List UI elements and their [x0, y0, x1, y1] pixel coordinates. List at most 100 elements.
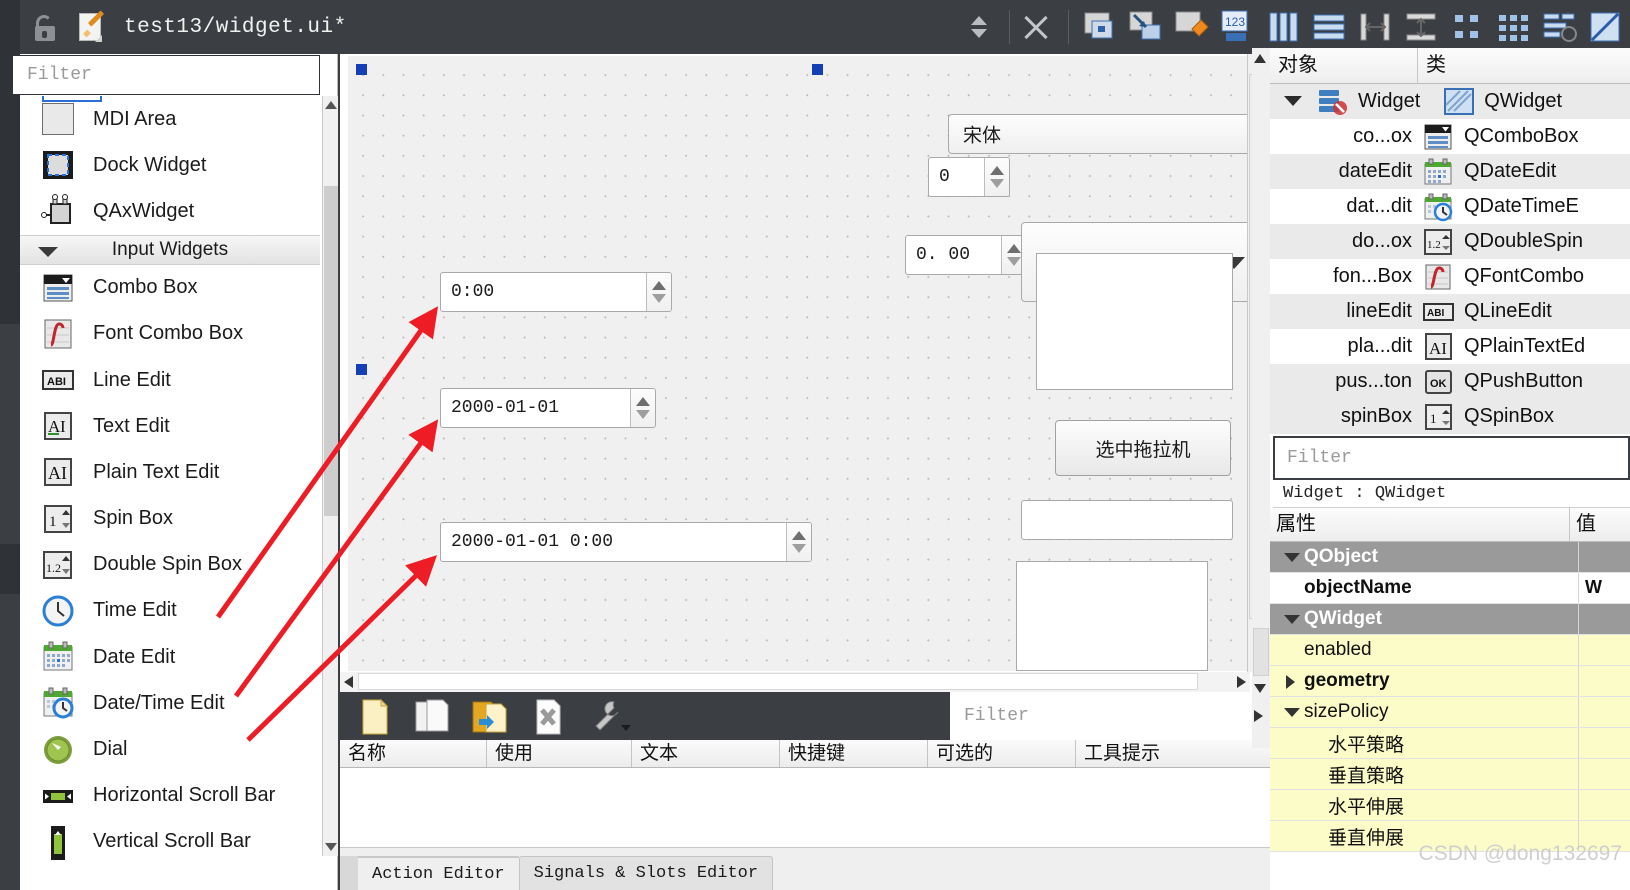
canvas-horizontal-scrollbar[interactable]	[340, 672, 1250, 692]
property-value-cell[interactable]	[1578, 728, 1630, 758]
object-row-plaintextedit[interactable]: pla...dit AI QPlainTextEd	[1270, 329, 1630, 364]
widget-item-spin-box[interactable]: 1 Spin Box	[20, 496, 320, 542]
scroll-right-arrow-icon[interactable]	[1254, 710, 1263, 722]
column-header-tooltip[interactable]: 工具提示	[1076, 740, 1270, 767]
scroll-left-arrow-icon[interactable]	[344, 676, 353, 688]
property-editor-list[interactable]: QObject objectName W QWidget enabled geo…	[1270, 542, 1630, 852]
widget-item-horizontal-scroll-bar[interactable]: Horizontal Scroll Bar	[20, 773, 320, 819]
property-value-cell[interactable]	[1578, 666, 1630, 696]
object-row-fontcombobox[interactable]: fon...Box QFontCombo	[1270, 259, 1630, 294]
new-action-icon[interactable]	[358, 698, 392, 741]
configure-icon[interactable]	[588, 698, 632, 741]
edit-widgets-icon[interactable]	[1078, 7, 1124, 47]
scroll-thumb[interactable]	[1253, 628, 1269, 676]
property-row-enabled[interactable]: enabled	[1270, 635, 1630, 666]
font-combo-box-widget[interactable]: 宋体	[948, 114, 1260, 154]
property-row-sizepolicy[interactable]: sizePolicy	[1270, 697, 1630, 728]
scroll-up-arrow-icon[interactable]	[325, 101, 337, 109]
property-value-cell[interactable]	[1578, 790, 1630, 820]
layout-grid-icon[interactable]	[1492, 7, 1538, 47]
form-canvas[interactable]: 宋体 0 0. 00 0:00 2000-01-01 选中拖拉机 2000-01…	[348, 56, 1260, 671]
property-value-cell[interactable]	[1578, 635, 1630, 665]
column-header-class[interactable]: 类	[1418, 48, 1630, 83]
scroll-up-arrow-icon[interactable]	[1254, 54, 1266, 63]
close-icon[interactable]	[1019, 10, 1053, 44]
widget-box-filter-input[interactable]: Filter	[12, 55, 320, 95]
layout-vertically-icon[interactable]	[1308, 7, 1354, 47]
edit-signals-slots-icon[interactable]	[1124, 7, 1170, 47]
property-row-horizontal-stretch[interactable]: 水平伸展	[1270, 790, 1630, 821]
property-group-qwidget[interactable]: QWidget	[1270, 604, 1630, 635]
selection-handle-top-left[interactable]	[356, 64, 367, 75]
property-value-cell[interactable]: W	[1578, 573, 1630, 603]
break-layout-icon[interactable]	[1538, 7, 1584, 47]
object-row-combobox[interactable]: co...ox QComboBox	[1270, 119, 1630, 154]
edit-buddies-icon[interactable]	[1170, 7, 1216, 47]
line-edit-widget[interactable]	[1021, 500, 1233, 540]
updown-spinner-icon[interactable]	[966, 10, 992, 44]
date-time-edit-buttons[interactable]	[786, 523, 811, 561]
chevron-down-icon[interactable]	[1284, 615, 1300, 624]
scroll-thumb[interactable]	[358, 673, 1198, 690]
object-row-dateedit[interactable]: dateEdit QDateEdit	[1270, 154, 1630, 189]
column-header-name[interactable]: 名称	[340, 740, 487, 767]
property-value-cell[interactable]	[1578, 542, 1630, 572]
widget-box-scrollbar[interactable]	[322, 96, 338, 856]
widget-item-combo-box[interactable]: Combo Box	[20, 265, 320, 311]
widget-item-dock-widget[interactable]: Dock Widget	[20, 142, 320, 188]
widget-item-font-combo-box[interactable]: Font Combo Box	[20, 311, 320, 357]
time-edit-buttons[interactable]	[646, 273, 671, 311]
push-button-widget[interactable]: 选中拖拉机	[1055, 420, 1231, 476]
double-spin-box-widget[interactable]: 0. 00	[905, 235, 1027, 275]
layout-splitter-vertical-icon[interactable]	[1400, 7, 1446, 47]
column-header-value[interactable]: 值	[1570, 508, 1630, 541]
date-time-edit-widget[interactable]: 2000-01-01 0:00	[440, 522, 812, 562]
property-group-qobject[interactable]: QObject	[1270, 542, 1630, 573]
paste-action-icon[interactable]	[470, 698, 514, 741]
property-row-objectname[interactable]: objectName W	[1270, 573, 1630, 604]
column-header-checkable[interactable]: 可选的	[928, 740, 1076, 767]
widget-item-vertical-scroll-bar[interactable]: Vertical Scroll Bar	[20, 819, 320, 865]
edit-tab-order-icon[interactable]: 123	[1216, 7, 1262, 47]
chevron-down-icon[interactable]	[1284, 553, 1300, 562]
plain-text-edit-widget-2[interactable]	[1016, 561, 1208, 671]
right-divider-scrollbar[interactable]	[1252, 48, 1270, 748]
property-row-horizontal-policy[interactable]: 水平策略	[1270, 728, 1630, 759]
tab-action-editor[interactable]: Action Editor	[358, 856, 519, 890]
tab-signals-slots-editor[interactable]: Signals & Slots Editor	[518, 856, 774, 890]
widget-item-double-spin-box[interactable]: 1.2 Double Spin Box	[20, 542, 320, 588]
spin-box-widget[interactable]: 0	[928, 157, 1010, 197]
object-row-datetimeedit[interactable]: dat...dit QDateTimeE	[1270, 189, 1630, 224]
chevron-down-icon[interactable]	[1284, 96, 1302, 106]
object-inspector-tree[interactable]: Widget QWidget co...ox QComboBox dateEdi…	[1270, 84, 1630, 434]
widget-item-dial[interactable]: Dial	[20, 726, 320, 772]
widget-item-date-edit[interactable]: Date Edit	[20, 634, 320, 680]
delete-action-icon[interactable]	[532, 698, 566, 741]
widget-box-list[interactable]: MDI Area Dock Widget QAxWidget Input Wid…	[20, 96, 320, 890]
widget-group-input-widgets[interactable]: Input Widgets	[20, 234, 320, 265]
selection-handle-mid-left[interactable]	[356, 364, 367, 375]
chevron-right-icon[interactable]	[1286, 675, 1295, 689]
property-editor-filter-input[interactable]: Filter	[1273, 436, 1630, 480]
object-row-doublespinbox[interactable]: do...ox 1.2 QDoubleSpin	[1270, 224, 1630, 259]
object-row-widget[interactable]: Widget QWidget	[1270, 84, 1630, 119]
property-row-geometry[interactable]: geometry	[1270, 666, 1630, 697]
adjust-size-icon[interactable]	[1584, 7, 1630, 47]
widget-item-qaxwidget[interactable]: QAxWidget	[20, 188, 320, 234]
object-row-pushbutton[interactable]: pus...ton OK QPushButton	[1270, 364, 1630, 399]
column-header-text[interactable]: 文本	[632, 740, 780, 767]
layout-splitter-horizontal-icon[interactable]	[1354, 7, 1400, 47]
time-edit-widget[interactable]: 0:00	[440, 272, 672, 312]
column-header-shortcut[interactable]: 快捷键	[780, 740, 928, 767]
copy-action-icon[interactable]	[412, 698, 456, 741]
layout-form-icon[interactable]	[1446, 7, 1492, 47]
property-row-vertical-policy[interactable]: 垂直策略	[1270, 759, 1630, 790]
date-edit-buttons[interactable]	[630, 389, 655, 427]
scroll-right-arrow-icon[interactable]	[1237, 676, 1246, 688]
column-header-property[interactable]: 属性	[1270, 508, 1570, 541]
unlock-icon[interactable]	[28, 10, 62, 44]
object-row-lineedit[interactable]: lineEdit ABI QLineEdit	[1270, 294, 1630, 329]
spin-box-buttons[interactable]	[984, 158, 1009, 196]
property-value-cell[interactable]	[1578, 697, 1630, 727]
column-header-object[interactable]: 对象	[1270, 48, 1418, 83]
